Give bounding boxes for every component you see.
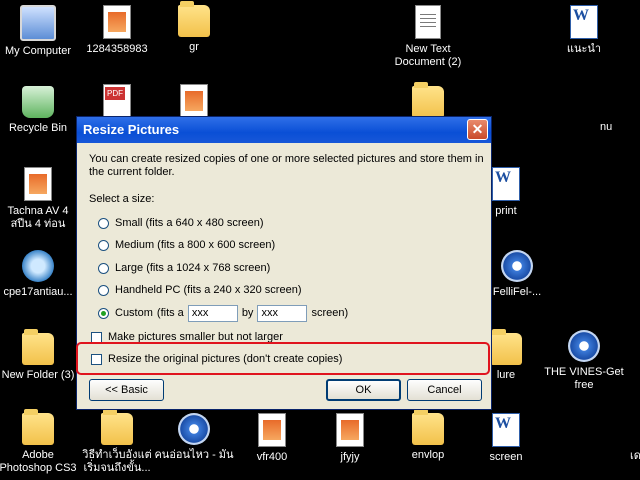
custom-prefix: (fits a (156, 306, 184, 319)
radio-large[interactable] (98, 262, 109, 274)
folder-icon (101, 409, 133, 445)
desktop-icon-label: Recycle Bin (8, 122, 68, 134)
desktop-icon-envlop[interactable]: envlop (387, 409, 469, 462)
folder-icon (22, 409, 54, 445)
desktop-icon-thai-media[interactable]: คนอ่อนไหว - มัน (153, 413, 235, 462)
computer-icon (20, 5, 56, 41)
image-file-icon (336, 413, 364, 447)
close-icon: ✕ (471, 121, 484, 137)
intro-text: You can create resized copies of one or … (89, 153, 484, 178)
desktop-icon-thai-folder[interactable]: วิธีทำเว็บอังแต่ เริ่มจนถึงขั้น... (76, 409, 158, 475)
pdf-file-icon (103, 84, 131, 118)
radio-custom[interactable] (98, 307, 109, 319)
desktop-icon-label: jfyjy (340, 451, 360, 463)
dialog-title: Resize Pictures (83, 122, 180, 137)
basic-button[interactable]: << Basic (89, 379, 164, 401)
size-option-label: Small (fits a 640 x 480 screen) (115, 216, 264, 229)
desktop-icon-new-folder-3[interactable]: New Folder (3) (0, 329, 79, 382)
desktop-icon-label: Adobe Photoshop CS3 (0, 449, 77, 474)
desktop-icon-label: แนะนำ (566, 43, 602, 55)
word-document-icon (570, 5, 598, 39)
size-option-label: Handheld PC (fits a 240 x 320 screen) (115, 284, 302, 297)
desktop-icon-label: vfr400 (256, 451, 288, 463)
size-option-large[interactable]: Large (fits a 1024 x 768 screen) (98, 257, 479, 280)
size-option-small[interactable]: Small (fits a 640 x 480 screen) (98, 212, 479, 235)
desktop-icon-label: screen (489, 451, 523, 463)
custom-suffix: screen) (311, 306, 349, 319)
desktop-icon-label: New Text Document (2) (394, 43, 462, 68)
desktop-icon-cpe17antiau[interactable]: cpe17antiau... (0, 250, 79, 299)
text-document-icon (415, 5, 441, 39)
desktop-icon-label: envlop (411, 449, 445, 461)
custom-width-input[interactable]: xxx (187, 304, 238, 322)
folder-icon (412, 409, 444, 445)
folder-icon (490, 329, 522, 365)
size-option-handheld[interactable]: Handheld PC (fits a 240 x 320 screen) (98, 280, 479, 303)
size-option-custom[interactable]: Custom (fits a xxx by xxx screen) (98, 302, 479, 325)
image-file-icon (258, 413, 286, 447)
radio-small[interactable] (98, 217, 109, 229)
desktop-icon-tachna[interactable]: Tachna AV 4 สปีน 4 ท่อน (0, 167, 79, 231)
desktop-icon-nu[interactable]: nu (600, 121, 640, 134)
desktop-icon-my-computer[interactable]: My Computer (0, 5, 79, 58)
size-option-label: Medium (fits a 800 x 600 screen) (115, 239, 276, 252)
image-file-icon (103, 5, 131, 39)
desktop-icon-adobe-photoshop[interactable]: Adobe Photoshop CS3 (0, 409, 79, 475)
size-option-medium[interactable]: Medium (fits a 800 x 600 screen) (98, 235, 479, 258)
radio-medium[interactable] (98, 240, 109, 252)
desktop-icon-the-vines[interactable]: THE VINES-Get free (543, 330, 625, 392)
desktop-icon-vfr400[interactable]: vfr400 (231, 413, 313, 464)
desktop-icon-gr[interactable]: gr (153, 1, 235, 54)
image-file-icon (24, 167, 52, 201)
desktop-icon-recycle-bin[interactable]: Recycle Bin (0, 86, 79, 135)
recycle-bin-icon (22, 86, 54, 118)
select-size-label: Select a size: (89, 193, 155, 205)
word-document-icon (492, 167, 520, 201)
desktop-icon-label: nu (600, 121, 613, 133)
desktop-icon-jfyjy[interactable]: jfyjy (309, 413, 391, 464)
close-button[interactable]: ✕ (467, 119, 488, 140)
folder-icon (22, 329, 54, 365)
ok-button[interactable]: OK (326, 379, 401, 401)
custom-height-input[interactable]: xxx (257, 304, 308, 322)
image-file-icon (180, 84, 208, 118)
desktop-icon-label: Tachna AV 4 สปีน 4 ท่อน (7, 205, 69, 230)
desktop-icon-label: THE VINES-Get free (544, 366, 624, 391)
custom-by-label: by (241, 306, 254, 319)
size-option-label: Custom (115, 306, 153, 319)
folder-icon (178, 1, 210, 37)
desktop-icon-1284358983[interactable]: 1284358983 (76, 5, 158, 56)
desktop-icon-label: gr (189, 41, 199, 53)
cancel-button[interactable]: Cancel (407, 379, 482, 401)
desktop-icon-label: เด (630, 450, 640, 462)
desktop-icon-label: 1284358983 (86, 43, 148, 55)
desktop-icon-label: cpe17antiau... (3, 286, 73, 298)
desktop-icon-new-text-document[interactable]: New Text Document (2) (387, 5, 469, 69)
folder-icon (412, 82, 444, 118)
dialog-titlebar[interactable]: Resize Pictures ✕ (77, 117, 491, 143)
desktop-icon-edge[interactable]: เด (630, 450, 640, 463)
desktop-icon-label: วิธีทำเว็บอังแต่ เริ่มจนถึงขั้น... (82, 449, 152, 474)
size-option-label: Large (fits a 1024 x 768 screen) (115, 261, 271, 274)
media-file-icon (568, 330, 600, 362)
word-document-icon (492, 413, 520, 447)
media-file-icon (178, 413, 210, 445)
desktop-icon-label: คนอ่อนไหว - มัน (154, 449, 234, 461)
radio-handheld[interactable] (98, 285, 109, 297)
tool-icon (22, 250, 54, 282)
annotation-highlight (76, 342, 490, 375)
desktop-icon-label: My Computer (4, 45, 72, 57)
desktop-icon-word-1[interactable]: แนะนำ (543, 5, 625, 56)
desktop-icon-screen[interactable]: screen (465, 413, 547, 464)
media-file-icon (501, 250, 533, 282)
desktop-icon-label: New Folder (3) (1, 369, 75, 381)
